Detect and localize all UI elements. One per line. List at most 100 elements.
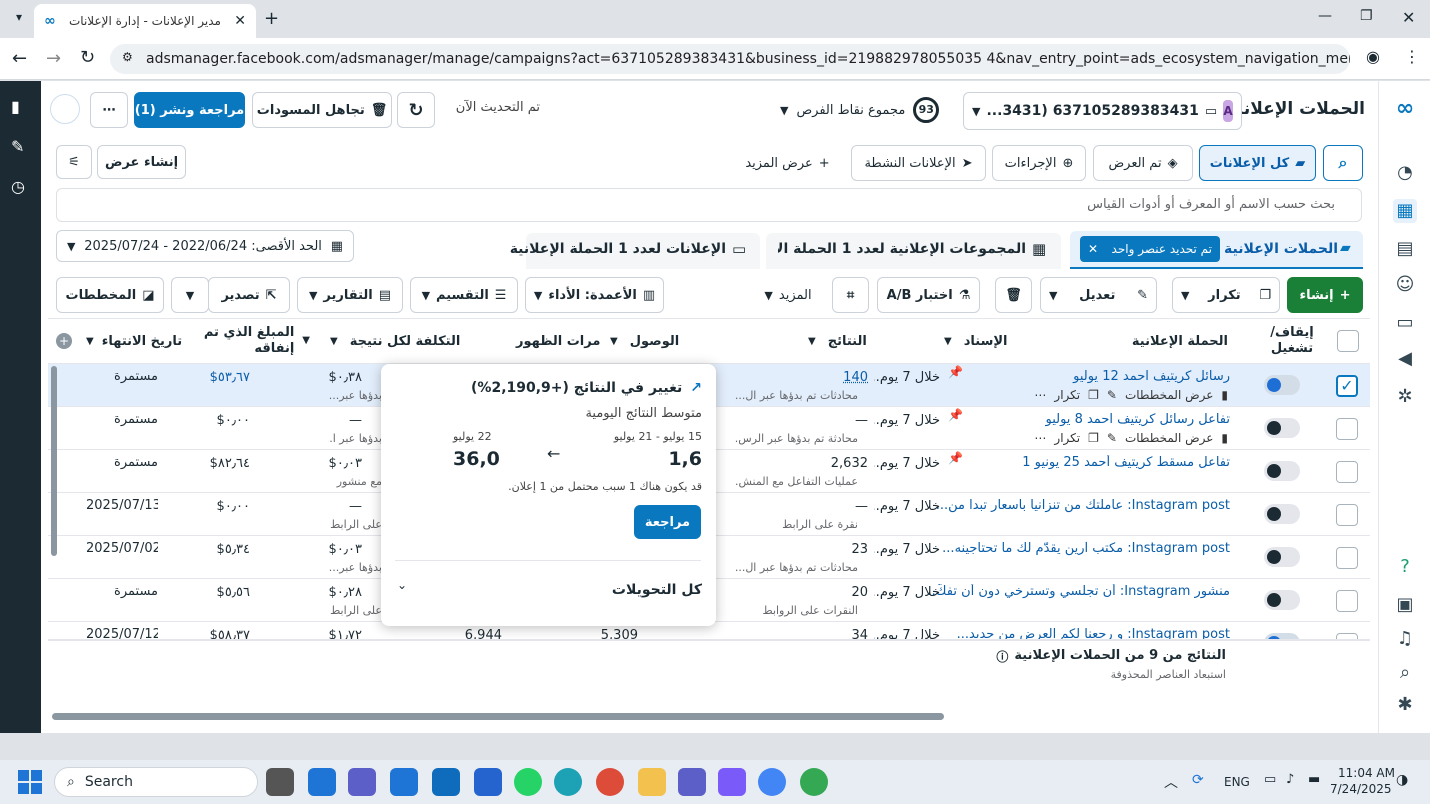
row-toggle[interactable]	[1264, 375, 1300, 395]
reports-icon[interactable]: ▣	[1393, 593, 1417, 617]
maximize-icon[interactable]: ❐	[1360, 8, 1373, 24]
duplicate-link[interactable]: تكرار	[1054, 431, 1080, 445]
col-impressions[interactable]: مرات الظهور	[516, 318, 600, 364]
select-all-checkbox[interactable]	[1337, 330, 1359, 352]
history-clock-icon[interactable]: ◷	[11, 177, 25, 196]
results-value[interactable]: 20	[738, 585, 868, 600]
date-range-picker[interactable]: ▦ الحد الأقصى: 2022/06/24 - 2025/07/24 ▼	[56, 230, 354, 262]
browser-tab[interactable]: ✕ مدير الإعلانات - إدارة الإعلانات ∞	[34, 4, 256, 38]
file-explorer-icon[interactable]	[266, 768, 294, 796]
col-reach[interactable]: الوصول ▼	[598, 318, 679, 364]
row-checkbox[interactable]	[1336, 418, 1358, 440]
tab-list-chevron-icon[interactable]: ▾	[10, 10, 28, 28]
edit-pencil-icon[interactable]: ✎	[11, 137, 24, 156]
charts-button[interactable]: ◪ المخططات	[56, 277, 164, 313]
opportunity-score[interactable]: 93 مجموع نقاط الفرص ▼	[780, 97, 940, 123]
bug-report-icon[interactable]: ✱	[1393, 693, 1417, 717]
filter-actions[interactable]: ⊕ الإجراءات	[992, 145, 1086, 181]
row-checkbox[interactable]	[1336, 633, 1358, 639]
more-icon[interactable]: ⋯	[1034, 388, 1046, 402]
volume-icon[interactable]: ♪	[1286, 772, 1294, 787]
pages-icon[interactable]: ▤	[1393, 237, 1417, 261]
row-checkbox[interactable]	[1336, 590, 1358, 612]
col-campaign[interactable]: الحملة الإعلانية	[1100, 318, 1228, 364]
pencil-icon[interactable]: ✎	[1107, 388, 1117, 402]
info-icon[interactable]: ⓘ	[996, 648, 1008, 665]
delete-button[interactable]: 🗑	[995, 277, 1032, 313]
instagram-account-avatar[interactable]	[50, 94, 80, 124]
minimize-icon[interactable]: —	[1318, 8, 1332, 24]
selected-badge[interactable]: تم تحديد عنصر واحد ✕	[1080, 236, 1220, 262]
results-value[interactable]: 34	[738, 628, 868, 639]
results-value[interactable]: 2,632	[738, 456, 868, 471]
col-cost[interactable]: التكلفة لكل نتيجة ▼	[330, 318, 460, 364]
refresh-button[interactable]: ↻	[397, 92, 435, 128]
search-button[interactable]: ⌕	[1323, 145, 1363, 181]
more-options-button[interactable]: ⋯	[90, 92, 128, 128]
url-field[interactable]: ⚙ adsmanager.facebook.com/adsmanager/man…	[110, 44, 1350, 74]
battery-icon[interactable]: ▬	[1308, 772, 1320, 787]
row-toggle[interactable]	[1264, 418, 1300, 438]
chrome-active-icon[interactable]	[758, 768, 786, 796]
row-toggle[interactable]	[1264, 633, 1300, 639]
export-button[interactable]: ⇱ تصدير	[208, 277, 290, 313]
row-toggle[interactable]	[1264, 547, 1300, 567]
account-selector[interactable]: A ▭ 637105289383431 (3431... ▼	[963, 92, 1242, 130]
campaign-name[interactable]: تفاعل مسقط كريتيف أحمد 25 يونيو 1	[928, 455, 1230, 470]
add-column-icon[interactable]: +	[56, 333, 72, 349]
results-value[interactable]: 140	[738, 370, 868, 385]
row-toggle[interactable]	[1264, 590, 1300, 610]
col-toggle[interactable]: إيقاف/ تشغيل	[1262, 318, 1322, 364]
sync-icon[interactable]: ⟳	[1192, 772, 1204, 788]
chrome-profile-icon[interactable]	[800, 768, 828, 796]
windows-start-icon[interactable]	[18, 770, 42, 794]
breakdown-dropdown[interactable]: ☰ التقسيم ▼	[410, 277, 518, 313]
network-icon[interactable]: ▭	[1264, 772, 1276, 787]
edit-button[interactable]: ✎ تعديل ▼	[1040, 277, 1157, 313]
duplicate-button[interactable]: ❐ تكرار ▼	[1172, 277, 1280, 313]
review-button[interactable]: مراجعة	[634, 505, 701, 539]
network-icon[interactable]: ✲	[1393, 385, 1417, 409]
reports-dropdown[interactable]: ▤ التقارير ▼	[297, 277, 403, 313]
export-dropdown[interactable]: ▼	[171, 277, 209, 313]
filter-active-ads[interactable]: ➤ الإعلانات النشطة	[851, 145, 986, 181]
columns-dropdown[interactable]: ▥ الأعمدة: الأداء ▼	[525, 277, 664, 313]
create-view-button[interactable]: إنشاء عرض	[97, 145, 186, 179]
notification-center-icon[interactable]: ◑	[1396, 772, 1408, 788]
row-checkbox[interactable]	[1336, 504, 1358, 526]
view-settings-button[interactable]: ⚟	[56, 145, 92, 179]
window-close-icon[interactable]: ✕	[1402, 8, 1415, 27]
chrome-icon[interactable]	[596, 768, 624, 796]
taskbar-search-box[interactable]: ⌕ Search	[54, 767, 258, 797]
create-button[interactable]: + إنشاء	[1287, 277, 1363, 313]
horizontal-scrollbar[interactable]	[52, 713, 944, 720]
search-bar[interactable]: بحث حسب الاسم أو المعرف أو أدوات القياس	[56, 188, 1362, 222]
more-views-button[interactable]: + عرض المزيد	[735, 145, 840, 181]
results-value[interactable]: 23	[738, 542, 868, 557]
campaigns-table-icon[interactable]: ▦	[1393, 199, 1417, 223]
filter-all-ads[interactable]: ▰ كل الإعلانات	[1199, 145, 1316, 181]
duplicate-link[interactable]: تكرار	[1054, 388, 1080, 402]
ab-test-button[interactable]: ⚗ اختبار A/B	[877, 277, 980, 313]
vpn-icon[interactable]	[718, 768, 746, 796]
reload-icon[interactable]: ↻	[80, 47, 95, 68]
results-value[interactable]: —	[738, 413, 868, 428]
teams-icon[interactable]	[678, 768, 706, 796]
analytics-icon[interactable]: ▮	[11, 97, 20, 116]
pencil-icon[interactable]: ✎	[1107, 431, 1117, 445]
tag-button[interactable]: ⌗	[832, 277, 869, 313]
close-tab-icon[interactable]: ✕	[234, 13, 246, 29]
row-checkbox[interactable]: ✓	[1336, 375, 1358, 397]
col-results[interactable]: النتائج ▼	[808, 318, 867, 364]
edge-icon[interactable]	[554, 768, 582, 796]
megaphone-icon[interactable]: ◀	[1393, 347, 1417, 371]
view-charts-link[interactable]: عرض المخططات	[1125, 388, 1213, 402]
billing-card-icon[interactable]: ▭	[1393, 311, 1417, 335]
more-icon[interactable]: ⋯	[1034, 431, 1046, 445]
audiences-icon[interactable]: ☺	[1393, 273, 1417, 297]
campaign-name[interactable]: رسائل كريتيف احمد 12 يوليو	[928, 369, 1230, 384]
outlook-icon[interactable]	[432, 768, 460, 796]
clock-time[interactable]: 11:04 AM	[1338, 766, 1395, 780]
row-toggle[interactable]	[1264, 461, 1300, 481]
search-icon[interactable]: ⌕	[1393, 661, 1417, 685]
